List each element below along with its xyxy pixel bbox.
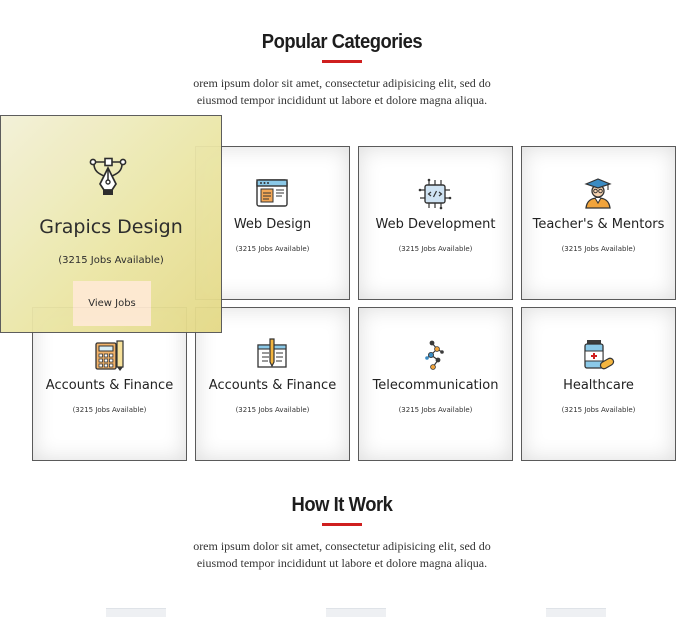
- category-jobs-count: (3215 Jobs Available): [72, 406, 147, 414]
- graduate-teacher-icon: [584, 178, 612, 209]
- view-jobs-button[interactable]: View Jobs: [73, 281, 151, 326]
- code-chip-icon: [418, 178, 452, 210]
- category-title: Healthcare: [563, 378, 634, 393]
- lead-line-2: eiusmod tempor incididunt ut labore et d…: [196, 556, 488, 570]
- title-underline: [322, 60, 362, 63]
- category-title: Teacher's & Mentors: [532, 217, 665, 232]
- category-jobs-count: (3215 Jobs Available): [398, 245, 473, 253]
- lead-line-1: orem ipsum dolor sit amet, consectetur a…: [193, 76, 491, 90]
- document-pencil-icon: [257, 338, 287, 368]
- category-jobs-count: (3215 Jobs Available): [561, 245, 636, 253]
- lead-line-1: orem ipsum dolor sit amet, consectetur a…: [193, 539, 491, 553]
- popular-categories-title: Popular Categories: [261, 31, 423, 53]
- category-card-teachers-mentors[interactable]: Teacher's & Mentors (3215 Jobs Available…: [521, 146, 676, 300]
- pen-tool-icon: [89, 157, 127, 195]
- medicine-icon: [584, 340, 615, 370]
- category-title: Accounts & Finance: [45, 378, 174, 393]
- network-satellite-icon: [425, 340, 444, 370]
- popular-categories-lead: orem ipsum dolor sit amet, consectetur a…: [142, 75, 542, 109]
- category-title: Grapics Design: [39, 216, 183, 238]
- category-title: Web Development: [375, 217, 496, 232]
- category-title: Telecommunication: [372, 378, 499, 393]
- how-it-work-lead: orem ipsum dolor sit amet, consectetur a…: [142, 538, 542, 572]
- category-jobs-count: (3215 Jobs Available): [235, 406, 310, 414]
- web-browser-icon: [256, 179, 288, 207]
- category-card-web-development[interactable]: Web Development (3215 Jobs Available): [358, 146, 513, 300]
- title-underline: [322, 523, 362, 526]
- category-jobs-count: (3215 Jobs Available): [561, 406, 636, 414]
- category-jobs-count: (3215 Jobs Available): [398, 406, 473, 414]
- category-card-graphics-design-hovered[interactable]: Grapics Design (3215 Jobs Available) Vie…: [0, 115, 222, 333]
- category-card-telecommunication[interactable]: Telecommunication (3215 Jobs Available): [358, 307, 513, 461]
- category-jobs-count: (3215 Jobs Available): [58, 255, 164, 266]
- category-title: Accounts & Finance: [208, 378, 337, 393]
- how-it-work-title: How It Work: [291, 494, 393, 516]
- lead-line-2: eiusmod tempor incididunt ut labore et d…: [196, 93, 488, 107]
- category-card-healthcare[interactable]: Healthcare (3215 Jobs Available): [521, 307, 676, 461]
- calculator-icon: [95, 340, 124, 371]
